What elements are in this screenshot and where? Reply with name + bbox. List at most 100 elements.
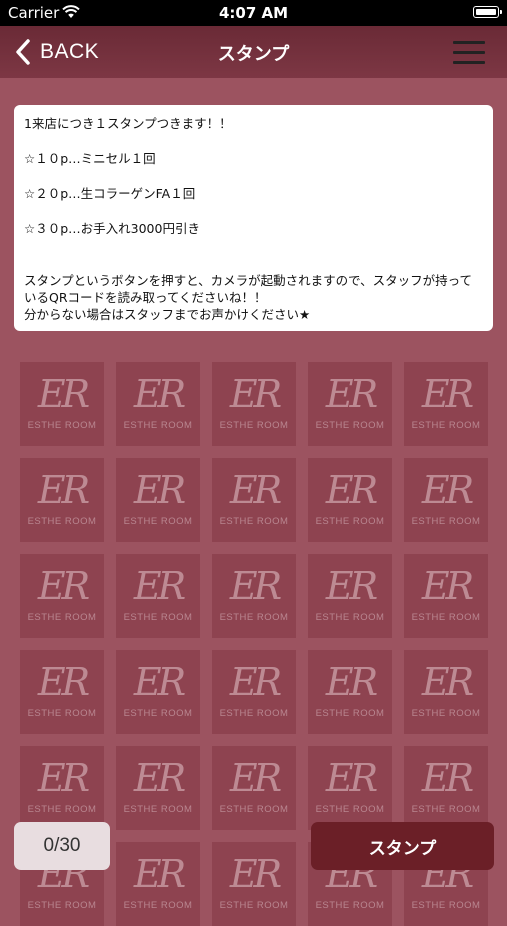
stamp-slot: ER ESTHE ROOM [308,362,392,446]
info-line: スタンプというボタンを押すと、カメラが起動されますので、スタッフが持っているQR… [24,273,473,305]
stamp-logo-mark: ER [421,756,474,800]
stamp-logo-mark: ER [133,756,186,800]
stamp-slot: ER ESTHE ROOM [404,362,488,446]
stamp-logo-text: ESTHE ROOM [411,708,481,719]
stamp-logo-mark: ER [325,372,378,416]
stamp-slot: ER ESTHE ROOM [212,458,296,542]
stamp-slot: ER ESTHE ROOM [404,650,488,734]
stamp-logo-text: ESTHE ROOM [123,900,193,911]
stamp-logo-text: ESTHE ROOM [123,516,193,527]
stamp-logo-text: ESTHE ROOM [219,516,289,527]
stamp-logo-mark: ER [133,564,186,608]
stamp-logo-mark: ER [421,660,474,704]
stamp-logo-text: ESTHE ROOM [123,804,193,815]
stamp-logo-mark: ER [133,660,186,704]
stamp-logo-mark: ER [325,660,378,704]
stamp-slot: ER ESTHE ROOM [404,458,488,542]
stamp-logo-text: ESTHE ROOM [411,420,481,431]
stamp-logo-mark: ER [37,468,90,512]
status-bar: Carrier 4:07 AM [0,0,507,26]
stamp-logo-mark: ER [229,756,282,800]
stamp-logo-mark: ER [325,756,378,800]
stamp-logo-text: ESTHE ROOM [27,516,97,527]
stamp-counter: 0/30 [14,822,110,870]
stamp-slot: ER ESTHE ROOM [212,842,296,926]
stamp-slot: ER ESTHE ROOM [116,458,200,542]
stamp-logo-text: ESTHE ROOM [219,708,289,719]
stamp-logo-mark: ER [421,372,474,416]
stamp-logo-mark: ER [229,660,282,704]
stamp-logo-mark: ER [37,372,90,416]
stamp-slot: ER ESTHE ROOM [20,362,104,446]
info-line: ☆３０p…お手入れ3000円引き [24,221,200,236]
stamp-logo-text: ESTHE ROOM [411,900,481,911]
info-line: 分からない場合はスタッフまでお声かけください★ [24,307,311,322]
stamp-slot: ER ESTHE ROOM [308,746,392,830]
stamp-logo-mark: ER [37,756,90,800]
stamp-slot: ER ESTHE ROOM [116,842,200,926]
info-line: ☆１０p…ミニセル１回 [24,151,156,166]
stamp-logo-mark: ER [37,564,90,608]
stamp-logo-mark: ER [133,468,186,512]
stamp-slot: ER ESTHE ROOM [20,458,104,542]
stamp-logo-mark: ER [325,564,378,608]
stamp-slot: ER ESTHE ROOM [308,650,392,734]
stamp-logo-text: ESTHE ROOM [219,900,289,911]
clock: 4:07 AM [218,4,289,22]
hamburger-menu-icon[interactable] [453,39,485,65]
stamp-logo-text: ESTHE ROOM [27,900,97,911]
stamp-slot: ER ESTHE ROOM [116,554,200,638]
stamp-logo-mark: ER [133,852,186,896]
info-line: 1来店につき１スタンプつきます！！ [24,116,232,131]
stamp-logo-text: ESTHE ROOM [315,900,385,911]
stamp-logo-mark: ER [229,372,282,416]
stamp-logo-text: ESTHE ROOM [27,708,97,719]
stamp-logo-text: ESTHE ROOM [219,420,289,431]
stamp-logo-text: ESTHE ROOM [411,516,481,527]
stamp-logo-mark: ER [325,468,378,512]
stamp-slot: ER ESTHE ROOM [116,746,200,830]
stamp-logo-text: ESTHE ROOM [411,612,481,623]
stamp-slot: ER ESTHE ROOM [20,746,104,830]
stamp-logo-text: ESTHE ROOM [411,804,481,815]
stamp-button[interactable]: スタンプ [311,822,494,870]
stamp-slot: ER ESTHE ROOM [212,362,296,446]
stamp-logo-text: ESTHE ROOM [315,612,385,623]
stamp-logo-mark: ER [229,468,282,512]
stamp-logo-text: ESTHE ROOM [123,708,193,719]
stamp-logo-text: ESTHE ROOM [27,420,97,431]
chevron-left-icon [16,39,30,65]
stamp-logo-text: ESTHE ROOM [27,804,97,815]
stamp-slot: ER ESTHE ROOM [404,746,488,830]
stamp-logo-mark: ER [37,660,90,704]
stamp-logo-text: ESTHE ROOM [315,804,385,815]
stamp-logo-text: ESTHE ROOM [315,420,385,431]
stamp-slot: ER ESTHE ROOM [20,650,104,734]
stamp-logo-mark: ER [133,372,186,416]
stamp-slot: ER ESTHE ROOM [20,554,104,638]
stamp-logo-text: ESTHE ROOM [219,804,289,815]
back-label: BACK [40,40,100,63]
battery-icon [473,6,502,18]
back-button[interactable]: BACK [14,36,99,68]
stamp-slot: ER ESTHE ROOM [212,650,296,734]
stamp-logo-mark: ER [421,564,474,608]
stamp-slot: ER ESTHE ROOM [308,458,392,542]
stamp-logo-text: ESTHE ROOM [123,420,193,431]
stamp-slot: ER ESTHE ROOM [116,362,200,446]
stamp-logo-text: ESTHE ROOM [27,612,97,623]
info-card: 1来店につき１スタンプつきます！！ ☆１０p…ミニセル１回 ☆２０p…生コラーゲ… [14,105,493,331]
stamp-slot: ER ESTHE ROOM [308,554,392,638]
stamp-logo-mark: ER [229,852,282,896]
info-line: ☆２０p…生コラーゲンFA１回 [24,186,196,201]
stamp-logo-mark: ER [421,468,474,512]
stamp-slot: ER ESTHE ROOM [212,554,296,638]
stamp-slot: ER ESTHE ROOM [404,554,488,638]
stamp-slot: ER ESTHE ROOM [116,650,200,734]
stamp-slot: ER ESTHE ROOM [212,746,296,830]
navigation-bar: BACK スタンプ [0,26,507,78]
stamp-logo-text: ESTHE ROOM [315,708,385,719]
stamp-logo-text: ESTHE ROOM [219,612,289,623]
stamp-logo-text: ESTHE ROOM [123,612,193,623]
stamp-logo-text: ESTHE ROOM [315,516,385,527]
